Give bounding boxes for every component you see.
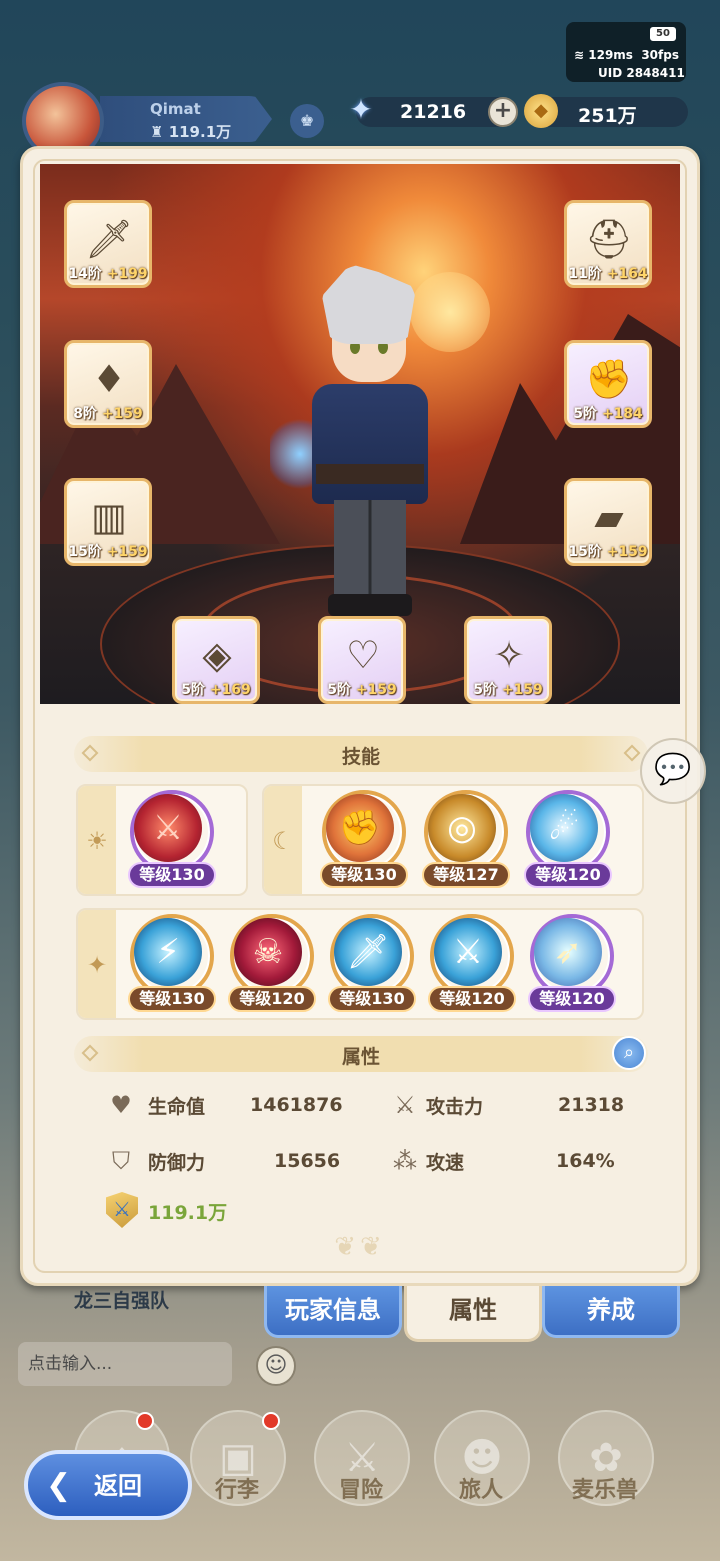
ping-value: 129ms (588, 48, 633, 62)
battery-indicator: 50 (650, 27, 676, 41)
notification-dot (262, 1412, 280, 1430)
star-gem-icon: ✦ (349, 93, 373, 126)
nav-pets[interactable]: ✿ 麦乐兽 (550, 1408, 660, 1538)
notification-dot (136, 1412, 154, 1430)
player-name: Qimat (150, 100, 201, 118)
attack-speed-value: 164% (556, 1150, 615, 1172)
equip-slot-helmet[interactable]: ⛑ 11阶 +164 (564, 200, 652, 288)
fire-slash-icon: ⚔ (134, 794, 202, 862)
skills-title: 技能 (341, 746, 380, 768)
skill-group-active: ☾ ✊ 等级130 ◎ 等级127 ☄ 等级120 (262, 784, 644, 896)
panel-ornament: ❦❦ (334, 1232, 386, 1262)
network-status-panel: 50 ≋ 129ms 30fps UID 2848411 (566, 22, 686, 82)
crossed-swords-icon: ⚔ (394, 1091, 416, 1119)
nav-adventure[interactable]: ⚔ 冒险 (306, 1408, 416, 1538)
ice-sword-icon: 🗡 (334, 918, 402, 986)
guild-name: 龙三自强队 (74, 1290, 170, 1312)
uid-value: UID 2848411 (598, 66, 685, 80)
sun-icon: ☀ (78, 786, 116, 894)
moon-icon: ☾ (264, 786, 302, 894)
wind-blade-icon: ➶ (534, 918, 602, 986)
necklace-icon: ♡ (345, 633, 381, 677)
tab-player-info[interactable]: 玩家信息 (264, 1286, 402, 1338)
skill-slot[interactable]: ➶ 等级120 (528, 914, 616, 1020)
wifi-icon: ≋ (574, 48, 585, 62)
fire-fist-icon: ✊ (326, 794, 394, 862)
gem-value: 21216 (400, 101, 467, 123)
skill-slot[interactable]: ⚡ 等级130 (128, 914, 216, 1020)
equip-slot-amulet[interactable]: ✧ 5阶 +159 (464, 616, 552, 704)
attack-speed-icon: ⁂ (393, 1147, 417, 1175)
lightning-icon: ⚡ (134, 918, 202, 986)
chat-bubble-icon[interactable]: 💬 (640, 738, 706, 804)
back-button[interactable]: ❮ 返回 (24, 1450, 192, 1520)
skill-group-ultimate: ✦ ⚡ 等级130 ☠ 等级120 🗡 等级130 ⚔ 等级120 ➶ 等级12… (76, 908, 644, 1020)
hp-label: 生命值 (148, 1096, 206, 1118)
nav-luggage[interactable]: ▣ 行李 (182, 1408, 292, 1538)
equip-slot-armor[interactable]: ♦ 8阶 +159 (64, 340, 152, 428)
gold-coin-icon: ◆ (524, 94, 558, 128)
sword-icon: 🗡 (84, 217, 134, 261)
gold-counter: ◆ 251万 (524, 94, 688, 128)
attribute-detail-search-icon[interactable]: ⌕ (612, 1036, 646, 1070)
skill-slot[interactable]: ☄ 等级120 (524, 790, 612, 896)
tab-attributes[interactable]: 属性 (404, 1286, 542, 1342)
attack-label: 攻击力 (426, 1096, 484, 1118)
player-power: ♜ 119.1万 (150, 123, 232, 141)
skill-slot[interactable]: ☠ 等级120 (228, 914, 316, 1020)
attributes-header: 属性 (74, 1036, 648, 1072)
equip-slot-pants[interactable]: ▥ 15阶 +159 (64, 478, 152, 566)
skills-header: 技能 (74, 736, 648, 772)
armor-icon: ♦ (91, 357, 127, 401)
tab-development[interactable]: 养成 (542, 1286, 680, 1338)
fps-value: 30fps (641, 48, 679, 62)
pants-icon: ▥ (91, 495, 127, 539)
nav-travelers[interactable]: ☻ 旅人 (426, 1408, 536, 1538)
helmet-icon: ⛑ (584, 217, 634, 261)
power-badge-icon: ♜ (150, 123, 164, 141)
emoji-icon[interactable]: ☺ (256, 1346, 296, 1386)
network-stats: ≋ 129ms 30fps (574, 48, 679, 62)
crossed-blades-icon: ⚔ (434, 918, 502, 986)
skill-slot[interactable]: ◎ 等级127 (422, 790, 510, 896)
hp-value: 1461876 (250, 1094, 343, 1116)
gold-value: 251万 (578, 105, 637, 127)
hero-character[interactable] (270, 264, 440, 624)
skill-slot[interactable]: ⚔ 等级120 (428, 914, 516, 1020)
defense-label: 防御力 (148, 1152, 206, 1174)
gauntlet-icon: ✊ (585, 357, 633, 401)
equip-slot-boots[interactable]: ▰ 15阶 +159 (564, 478, 652, 566)
ring-icon: ◈ (202, 633, 232, 677)
attack-value: 21318 (558, 1094, 625, 1116)
sparkle-icon: ✦ (78, 910, 116, 1018)
skill-slot[interactable]: ⚔ 等级130 (128, 790, 216, 896)
skill-slot[interactable]: 🗡 等级130 (328, 914, 416, 1020)
add-gems-button[interactable]: + (488, 97, 518, 127)
back-arrow-icon: ❮ (46, 1468, 72, 1503)
vortex-icon: ◎ (428, 794, 496, 862)
chat-input[interactable]: 点击输入... (18, 1342, 232, 1386)
equip-slot-ring[interactable]: ◈ 5阶 +169 (172, 616, 260, 704)
skill-group-passive: ☀ ⚔ 等级130 (76, 784, 248, 896)
skill-slot[interactable]: ✊ 等级130 (320, 790, 408, 896)
heart-icon: ♥ (110, 1091, 132, 1119)
attack-speed-label: 攻速 (426, 1152, 465, 1174)
boots-icon: ▰ (594, 495, 624, 539)
equip-slot-gloves[interactable]: ✊ 5阶 +184 (564, 340, 652, 428)
amulet-icon: ✧ (493, 633, 525, 677)
equip-slot-necklace[interactable]: ♡ 5阶 +159 (318, 616, 406, 704)
guild-icon[interactable]: ♚ (290, 104, 324, 138)
attributes-title: 属性 (341, 1046, 380, 1068)
beast-roar-icon: ☄ (530, 794, 598, 862)
defense-value: 15656 (274, 1150, 341, 1172)
gem-counter: ✦ 21216 + (349, 93, 518, 127)
combat-power-value: 119.1万 (148, 1202, 228, 1224)
equip-slot-weapon[interactable]: 🗡 14阶 +199 (64, 200, 152, 288)
shadow-icon: ☠ (234, 918, 302, 986)
shield-icon: ⛉ (112, 1147, 130, 1175)
